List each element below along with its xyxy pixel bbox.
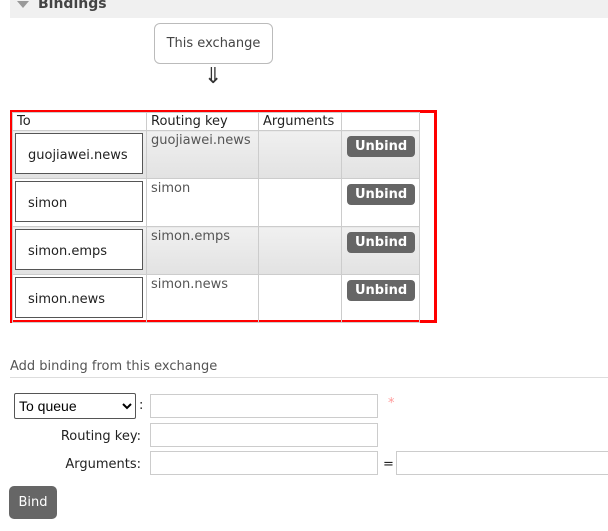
routing-key-cell: simon: [146, 178, 259, 227]
table-row: simon.news simon.news Unbind: [12, 274, 421, 323]
arguments-cell: [258, 130, 342, 179]
add-binding-title: Add binding from this exchange: [10, 359, 218, 374]
queue-link[interactable]: guojiawei.news: [15, 133, 143, 174]
arguments-cell: [258, 178, 342, 227]
header-actions: [340, 112, 421, 131]
table-row: simon simon Unbind: [12, 178, 421, 227]
routing-key-cell: simon.emps: [146, 226, 259, 275]
down-arrow-icon: ⇓: [204, 64, 223, 89]
destination-type-select[interactable]: To queue: [14, 393, 136, 419]
table-row: simon.emps simon.emps Unbind: [12, 226, 421, 275]
actions-cell: Unbind: [340, 130, 421, 179]
to-cell: guojiawei.news: [12, 130, 147, 179]
bindings-table: To Routing key Arguments guojiawei.news …: [12, 112, 421, 323]
header-to: To: [12, 112, 147, 131]
to-cell: simon.news: [12, 274, 147, 323]
actions-cell: Unbind: [340, 274, 421, 323]
bind-button[interactable]: Bind: [9, 486, 57, 519]
equals-sign: =: [383, 457, 394, 472]
arguments-cell: [258, 274, 342, 323]
header-routing-key: Routing key: [146, 112, 259, 131]
collapse-triangle-icon: [17, 1, 29, 8]
actions-cell: Unbind: [340, 226, 421, 275]
unbind-button[interactable]: Unbind: [347, 280, 416, 301]
unbind-button[interactable]: Unbind: [347, 184, 416, 205]
table-row: guojiawei.news guojiawei.news Unbind: [12, 130, 421, 179]
argument-key-input[interactable]: [150, 451, 378, 475]
actions-cell: Unbind: [340, 178, 421, 227]
divider: [10, 377, 608, 378]
bindings-section-header[interactable]: Bindings: [10, 0, 608, 18]
destination-input[interactable]: [150, 394, 378, 418]
arguments-cell: [258, 226, 342, 275]
this-exchange-box: This exchange: [154, 23, 273, 64]
unbind-button[interactable]: Unbind: [347, 136, 416, 157]
colon: :: [139, 398, 144, 413]
routing-key-cell: guojiawei.news: [146, 130, 259, 179]
unbind-button[interactable]: Unbind: [347, 232, 416, 253]
routing-key-label: Routing key:: [60, 429, 141, 444]
to-cell: simon: [12, 178, 147, 227]
required-mark: *: [388, 396, 395, 411]
header-arguments: Arguments: [258, 112, 342, 131]
section-title: Bindings: [38, 0, 107, 12]
queue-link[interactable]: simon.news: [15, 277, 143, 318]
argument-value-input[interactable]: [396, 451, 608, 475]
queue-link[interactable]: simon: [15, 181, 143, 222]
queue-link[interactable]: simon.emps: [15, 229, 143, 270]
routing-key-cell: simon.news: [146, 274, 259, 323]
arguments-label: Arguments:: [65, 457, 141, 472]
to-cell: simon.emps: [12, 226, 147, 275]
routing-key-input[interactable]: [150, 423, 378, 447]
